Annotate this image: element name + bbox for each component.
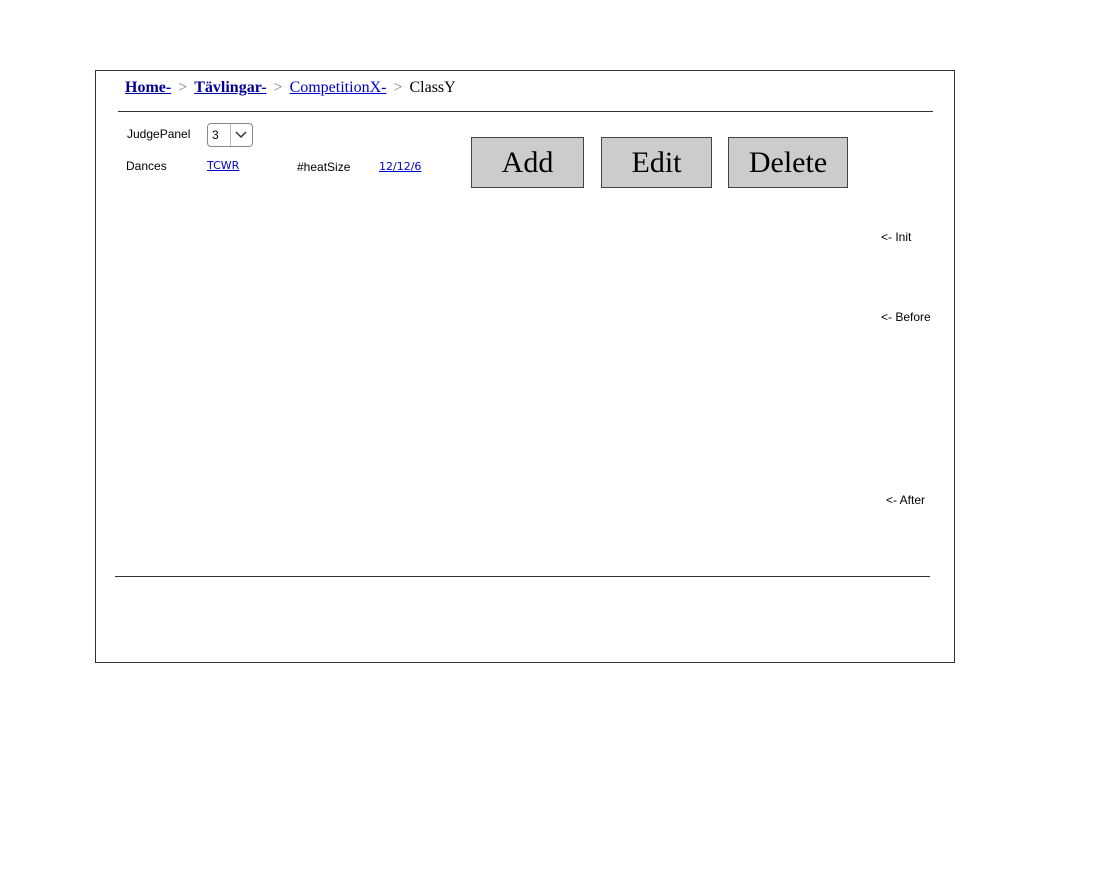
after-annotation: <- After (886, 493, 926, 507)
before-annotation: <- Before (881, 310, 931, 324)
breadcrumb-separator: > (178, 79, 188, 96)
header-divider (118, 111, 933, 112)
dances-label: Dances (126, 159, 167, 173)
breadcrumb-separator: > (273, 79, 283, 96)
breadcrumb-current: ClassY (409, 79, 456, 96)
breadcrumb: Home- > Tävlingar- > CompetitionX- > ClassY (125, 79, 456, 97)
judge-panel-value: 3 (212, 128, 219, 142)
judge-panel-label: JudgePanel (127, 127, 191, 141)
breadcrumb-separator: > (393, 79, 403, 96)
dances-link[interactable]: TCWR (207, 159, 239, 172)
heat-size-label: #heatSize (297, 160, 351, 174)
heat-size-link[interactable]: 12/12/6 (379, 160, 421, 173)
breadcrumb-home-link[interactable]: Home- (125, 79, 171, 96)
edit-button[interactable]: Edit (601, 137, 712, 188)
footer-divider (115, 576, 930, 577)
add-button[interactable]: Add (471, 137, 584, 188)
delete-button[interactable]: Delete (728, 137, 848, 188)
judge-panel-select[interactable]: 3 (207, 123, 253, 147)
breadcrumb-competition-link[interactable]: CompetitionX- (290, 79, 387, 96)
init-annotation: <- Init (881, 230, 912, 244)
chevron-down-icon (229, 124, 252, 146)
breadcrumb-tavlingar-link[interactable]: Tävlingar- (194, 79, 266, 96)
